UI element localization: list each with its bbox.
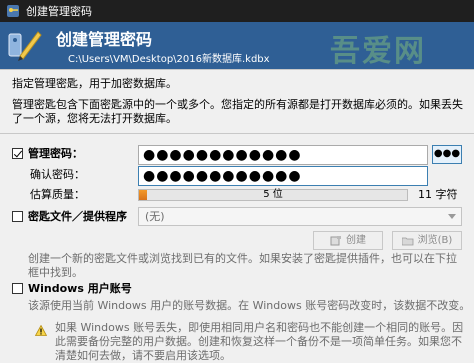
create-keyfile-label: 创建 (346, 235, 366, 246)
intro-divider (0, 133, 474, 134)
key-app-icon (7, 5, 19, 17)
windows-account-label: Windows 用户账号 (28, 282, 132, 295)
title-bar: 创建管理密码 (0, 0, 474, 22)
keyfile-label: 密匙文件／提供程序 (28, 210, 127, 223)
watermark: 吾爱网 (330, 34, 426, 69)
banner-heading: 创建管理密码 (56, 30, 153, 49)
keyfile-description-1: 创建一个新的密匙文件或浏览找到已有的文件。如果安装了密匙提供插件，也可以在下拉 (28, 252, 457, 265)
quality-bar: 5 位 (138, 189, 408, 201)
window-title: 创建管理密码 (26, 5, 92, 18)
show-password-toggle[interactable]: ●●● (432, 145, 462, 164)
new-file-icon (330, 235, 341, 245)
master-password-label: 管理密码： (28, 147, 83, 160)
confirm-password-input[interactable]: ●●●●●●●●●●●● (138, 166, 428, 186)
warning-icon (35, 325, 47, 336)
quality-label: 估算质量： (30, 188, 85, 201)
create-keyfile-button[interactable]: 创建 (313, 231, 383, 250)
windows-account-checkbox[interactable] (12, 283, 23, 294)
master-password-input[interactable]: ●●●●●●●●●●●● (138, 145, 428, 165)
database-path: C:\Users\VM\Desktop\2016新数据库.kdbx (68, 54, 270, 65)
intro-line-1: 指定管理密匙，用于加密数据库。 (12, 77, 177, 90)
windows-warning-1: 如果 Windows 账号丢失，即使用相同用户名和密码也不能创建一个相同的账号。… (55, 321, 464, 334)
key-pen-icon (8, 31, 42, 61)
quality-char-count: 11 字符 (418, 188, 458, 201)
chevron-down-icon (448, 214, 456, 219)
master-password-checkbox[interactable] (12, 148, 23, 159)
header-banner: 创建管理密码 C:\Users\VM\Desktop\2016新数据库.kdbx… (0, 22, 474, 69)
windows-warning-2: 此需要备份完整的用户数据。创建和恢复这样一个备份不是一项简单任务。如果您不 (55, 335, 462, 348)
keyfile-checkbox[interactable] (12, 211, 23, 222)
keyfile-description-2: 框中找到。 (28, 266, 83, 279)
banner-divider (0, 69, 474, 70)
quality-bits: 5 位 (263, 189, 283, 200)
windows-account-description: 该源使用当前 Windows 用户的账号数据。在 Windows 账号密码改变时… (28, 299, 471, 312)
windows-warning-3: 清楚如何去做，请不要启用该选项。 (55, 349, 231, 362)
folder-icon (401, 237, 414, 245)
browse-keyfile-button[interactable]: 浏览(B) (392, 231, 462, 250)
browse-keyfile-label: 浏览(B) (417, 235, 453, 246)
keyfile-provider-value: (无) (145, 210, 165, 223)
confirm-password-label: 确认密码： (30, 168, 85, 181)
keyfile-provider-select[interactable]: (无) (138, 207, 462, 226)
intro-line-2b: 了一个源，您将无法打开数据库。 (12, 112, 177, 125)
intro-line-2a: 管理密匙包含下面密匙源中的一个或多个。您指定的所有源都是打开数据库必须的。如果丢… (12, 98, 463, 111)
